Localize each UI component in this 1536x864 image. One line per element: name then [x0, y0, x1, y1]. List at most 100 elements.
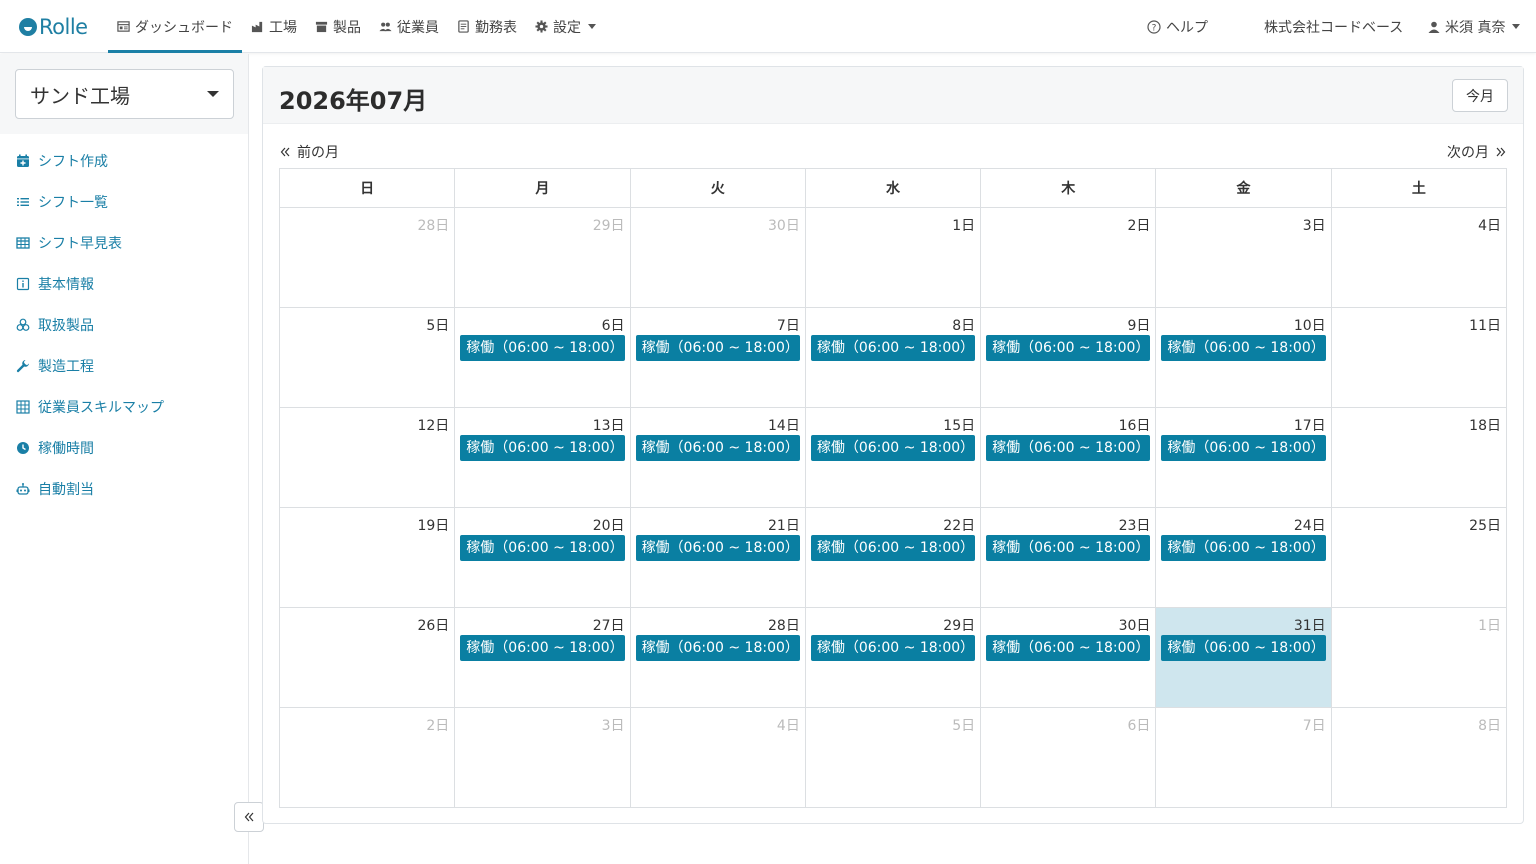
calendar-day-cell[interactable]: 7日 稼働（06:00 ~ 18:00）: [629, 307, 806, 408]
day-number: 3日: [601, 718, 625, 734]
nav-item-timesheet[interactable]: 勤務表: [448, 0, 526, 53]
shift-event[interactable]: 稼働（06:00 ~ 18:00）: [1161, 535, 1326, 561]
sidebar-item-shift-overview[interactable]: シフト早見表: [0, 222, 248, 263]
sidebar-item-processes[interactable]: 製造工程: [0, 345, 248, 386]
next-month-link[interactable]: 次の月: [1447, 142, 1507, 162]
brand-logo[interactable]: Rolle: [19, 13, 88, 41]
shift-event[interactable]: 稼働（06:00 ~ 18:00）: [635, 335, 800, 361]
calendar-day-cell[interactable]: 7日: [1155, 707, 1332, 808]
calendar-day-cell[interactable]: 25日: [1330, 507, 1508, 608]
weekday-header: 火: [629, 168, 806, 208]
day-number: 6日: [1127, 718, 1151, 734]
calendar-day-cell[interactable]: 3日: [1155, 207, 1332, 308]
prev-month-link[interactable]: 前の月: [279, 142, 339, 162]
calendar-day-cell[interactable]: 15日 稼働（06:00 ~ 18:00）: [804, 407, 982, 508]
calendar-day-cell[interactable]: 21日 稼働（06:00 ~ 18:00）: [629, 507, 806, 608]
calendar-day-cell[interactable]: 11日: [1330, 307, 1508, 408]
calendar-day-cell[interactable]: 4日: [629, 707, 806, 808]
calendar-day-cell[interactable]: 27日 稼働（06:00 ~ 18:00）: [454, 607, 631, 708]
sidebar-collapse-button[interactable]: [234, 802, 264, 832]
shift-event[interactable]: 稼働（06:00 ~ 18:00）: [1161, 335, 1326, 361]
shift-event[interactable]: 稼働（06:00 ~ 18:00）: [635, 535, 800, 561]
calendar-day-cell[interactable]: 16日 稼働（06:00 ~ 18:00）: [980, 407, 1157, 508]
sidebar: サンド工場 シフト作成 シフト一覧 シフト早見表 基本情報 取扱製品 製造工程: [0, 54, 249, 864]
sidebar-item-operating-hours[interactable]: 稼働時間: [0, 427, 248, 468]
user-menu[interactable]: 米須 真奈: [1428, 0, 1521, 53]
calendar-day-cell[interactable]: 5日: [804, 707, 982, 808]
shift-event[interactable]: 稼働（06:00 ~ 18:00）: [460, 635, 625, 661]
calendar-day-cell[interactable]: 12日: [278, 407, 456, 508]
nav-item-employees[interactable]: 従業員: [370, 0, 448, 53]
day-number: 2日: [1127, 218, 1151, 234]
sidebar-item-auto-assign[interactable]: 自動割当: [0, 468, 248, 509]
calendar-day-cell[interactable]: 31日 稼働（06:00 ~ 18:00）: [1155, 607, 1332, 708]
company-label: 株式会社コードベース: [1264, 19, 1404, 36]
shift-event[interactable]: 稼働（06:00 ~ 18:00）: [460, 535, 625, 561]
day-number: 7日: [776, 318, 800, 334]
calendar-day-cell[interactable]: 19日: [278, 507, 456, 608]
calendar-day-cell[interactable]: 8日: [1330, 707, 1508, 808]
sidebar-item-shift-list[interactable]: シフト一覧: [0, 181, 248, 222]
nav-item-products[interactable]: 製品: [306, 0, 370, 53]
calendar-day-cell[interactable]: 2日: [980, 207, 1157, 308]
nav-item-dashboard[interactable]: ダッシュボード: [108, 0, 242, 53]
calendar-day-cell[interactable]: 28日: [278, 207, 456, 308]
calendar-day-cell[interactable]: 28日 稼働（06:00 ~ 18:00）: [629, 607, 806, 708]
day-number: 13日: [592, 418, 625, 434]
users-icon: [379, 22, 392, 32]
calendar-day-cell[interactable]: 2日: [278, 707, 456, 808]
shift-event[interactable]: 稼働（06:00 ~ 18:00）: [810, 635, 976, 661]
sidebar-item-products[interactable]: 取扱製品: [0, 304, 248, 345]
calendar-day-cell[interactable]: 18日: [1330, 407, 1508, 508]
shift-event[interactable]: 稼働（06:00 ~ 18:00）: [635, 635, 800, 661]
calendar-day-cell[interactable]: 13日 稼働（06:00 ~ 18:00）: [454, 407, 631, 508]
calendar-day-cell[interactable]: 26日: [278, 607, 456, 708]
calendar-day-cell[interactable]: 9日 稼働（06:00 ~ 18:00）: [980, 307, 1157, 408]
help-link[interactable]: ? ヘルプ: [1147, 0, 1208, 53]
calendar-day-cell[interactable]: 1日: [804, 207, 982, 308]
shift-event[interactable]: 稼働（06:00 ~ 18:00）: [460, 335, 625, 361]
shift-event[interactable]: 稼働（06:00 ~ 18:00）: [986, 635, 1151, 661]
calendar-week-row: 26日 27日 稼働（06:00 ~ 18:00） 28日 稼働（06:00 ~ 18:…: [278, 607, 1508, 708]
calendar-day-cell[interactable]: 6日 稼働（06:00 ~ 18:00）: [454, 307, 631, 408]
current-month-button[interactable]: 今月: [1452, 79, 1508, 112]
help-label: ヘルプ: [1166, 19, 1208, 36]
calendar-day-cell[interactable]: 3日: [454, 707, 631, 808]
shift-event[interactable]: 稼働（06:00 ~ 18:00）: [810, 535, 976, 561]
factory-select[interactable]: サンド工場: [15, 69, 234, 119]
calendar-day-cell[interactable]: 30日: [629, 207, 806, 308]
calendar-day-cell[interactable]: 30日 稼働（06:00 ~ 18:00）: [980, 607, 1157, 708]
calendar-day-cell[interactable]: 20日 稼働（06:00 ~ 18:00）: [454, 507, 631, 608]
calendar-day-cell[interactable]: 29日: [454, 207, 631, 308]
shift-event[interactable]: 稼働（06:00 ~ 18:00）: [986, 535, 1151, 561]
sidebar-item-skill-map[interactable]: 従業員スキルマップ: [0, 386, 248, 427]
calendar-day-cell[interactable]: 17日 稼働（06:00 ~ 18:00）: [1155, 407, 1332, 508]
calendar-day-cell[interactable]: 22日 稼働（06:00 ~ 18:00）: [804, 507, 982, 608]
shift-event[interactable]: 稼働（06:00 ~ 18:00）: [810, 335, 976, 361]
shift-event[interactable]: 稼働（06:00 ~ 18:00）: [986, 435, 1151, 461]
calendar-day-cell[interactable]: 24日 稼働（06:00 ~ 18:00）: [1155, 507, 1332, 608]
shift-event[interactable]: 稼働（06:00 ~ 18:00）: [635, 435, 800, 461]
user-name: 米須 真奈: [1445, 19, 1506, 36]
calendar-day-cell[interactable]: 8日 稼働（06:00 ~ 18:00）: [804, 307, 982, 408]
sidebar-item-shift-create[interactable]: シフト作成: [0, 140, 248, 181]
nav-item-settings[interactable]: 設定: [526, 0, 605, 53]
calendar-day-cell[interactable]: 10日 稼働（06:00 ~ 18:00）: [1155, 307, 1332, 408]
calendar-day-cell[interactable]: 4日: [1330, 207, 1508, 308]
calendar-day-cell[interactable]: 29日 稼働（06:00 ~ 18:00）: [804, 607, 982, 708]
calendar-day-cell[interactable]: 23日 稼働（06:00 ~ 18:00）: [980, 507, 1157, 608]
shift-event[interactable]: 稼働（06:00 ~ 18:00）: [1161, 435, 1326, 461]
day-number: 9日: [1127, 318, 1151, 334]
nav-item-factory[interactable]: 工場: [242, 0, 306, 53]
calendar-day-cell[interactable]: 6日: [980, 707, 1157, 808]
day-number: 28日: [768, 618, 800, 634]
calendar-day-cell[interactable]: 1日: [1330, 607, 1508, 708]
shift-event[interactable]: 稼働（06:00 ~ 18:00）: [460, 435, 625, 461]
shift-event[interactable]: 稼働（06:00 ~ 18:00）: [810, 435, 976, 461]
shift-event[interactable]: 稼働（06:00 ~ 18:00）: [986, 335, 1151, 361]
sidebar-item-basic-info[interactable]: 基本情報: [0, 263, 248, 304]
day-number: 11日: [1469, 318, 1501, 334]
calendar-day-cell[interactable]: 5日: [278, 307, 456, 408]
shift-event[interactable]: 稼働（06:00 ~ 18:00）: [1161, 635, 1326, 661]
calendar-day-cell[interactable]: 14日 稼働（06:00 ~ 18:00）: [629, 407, 806, 508]
